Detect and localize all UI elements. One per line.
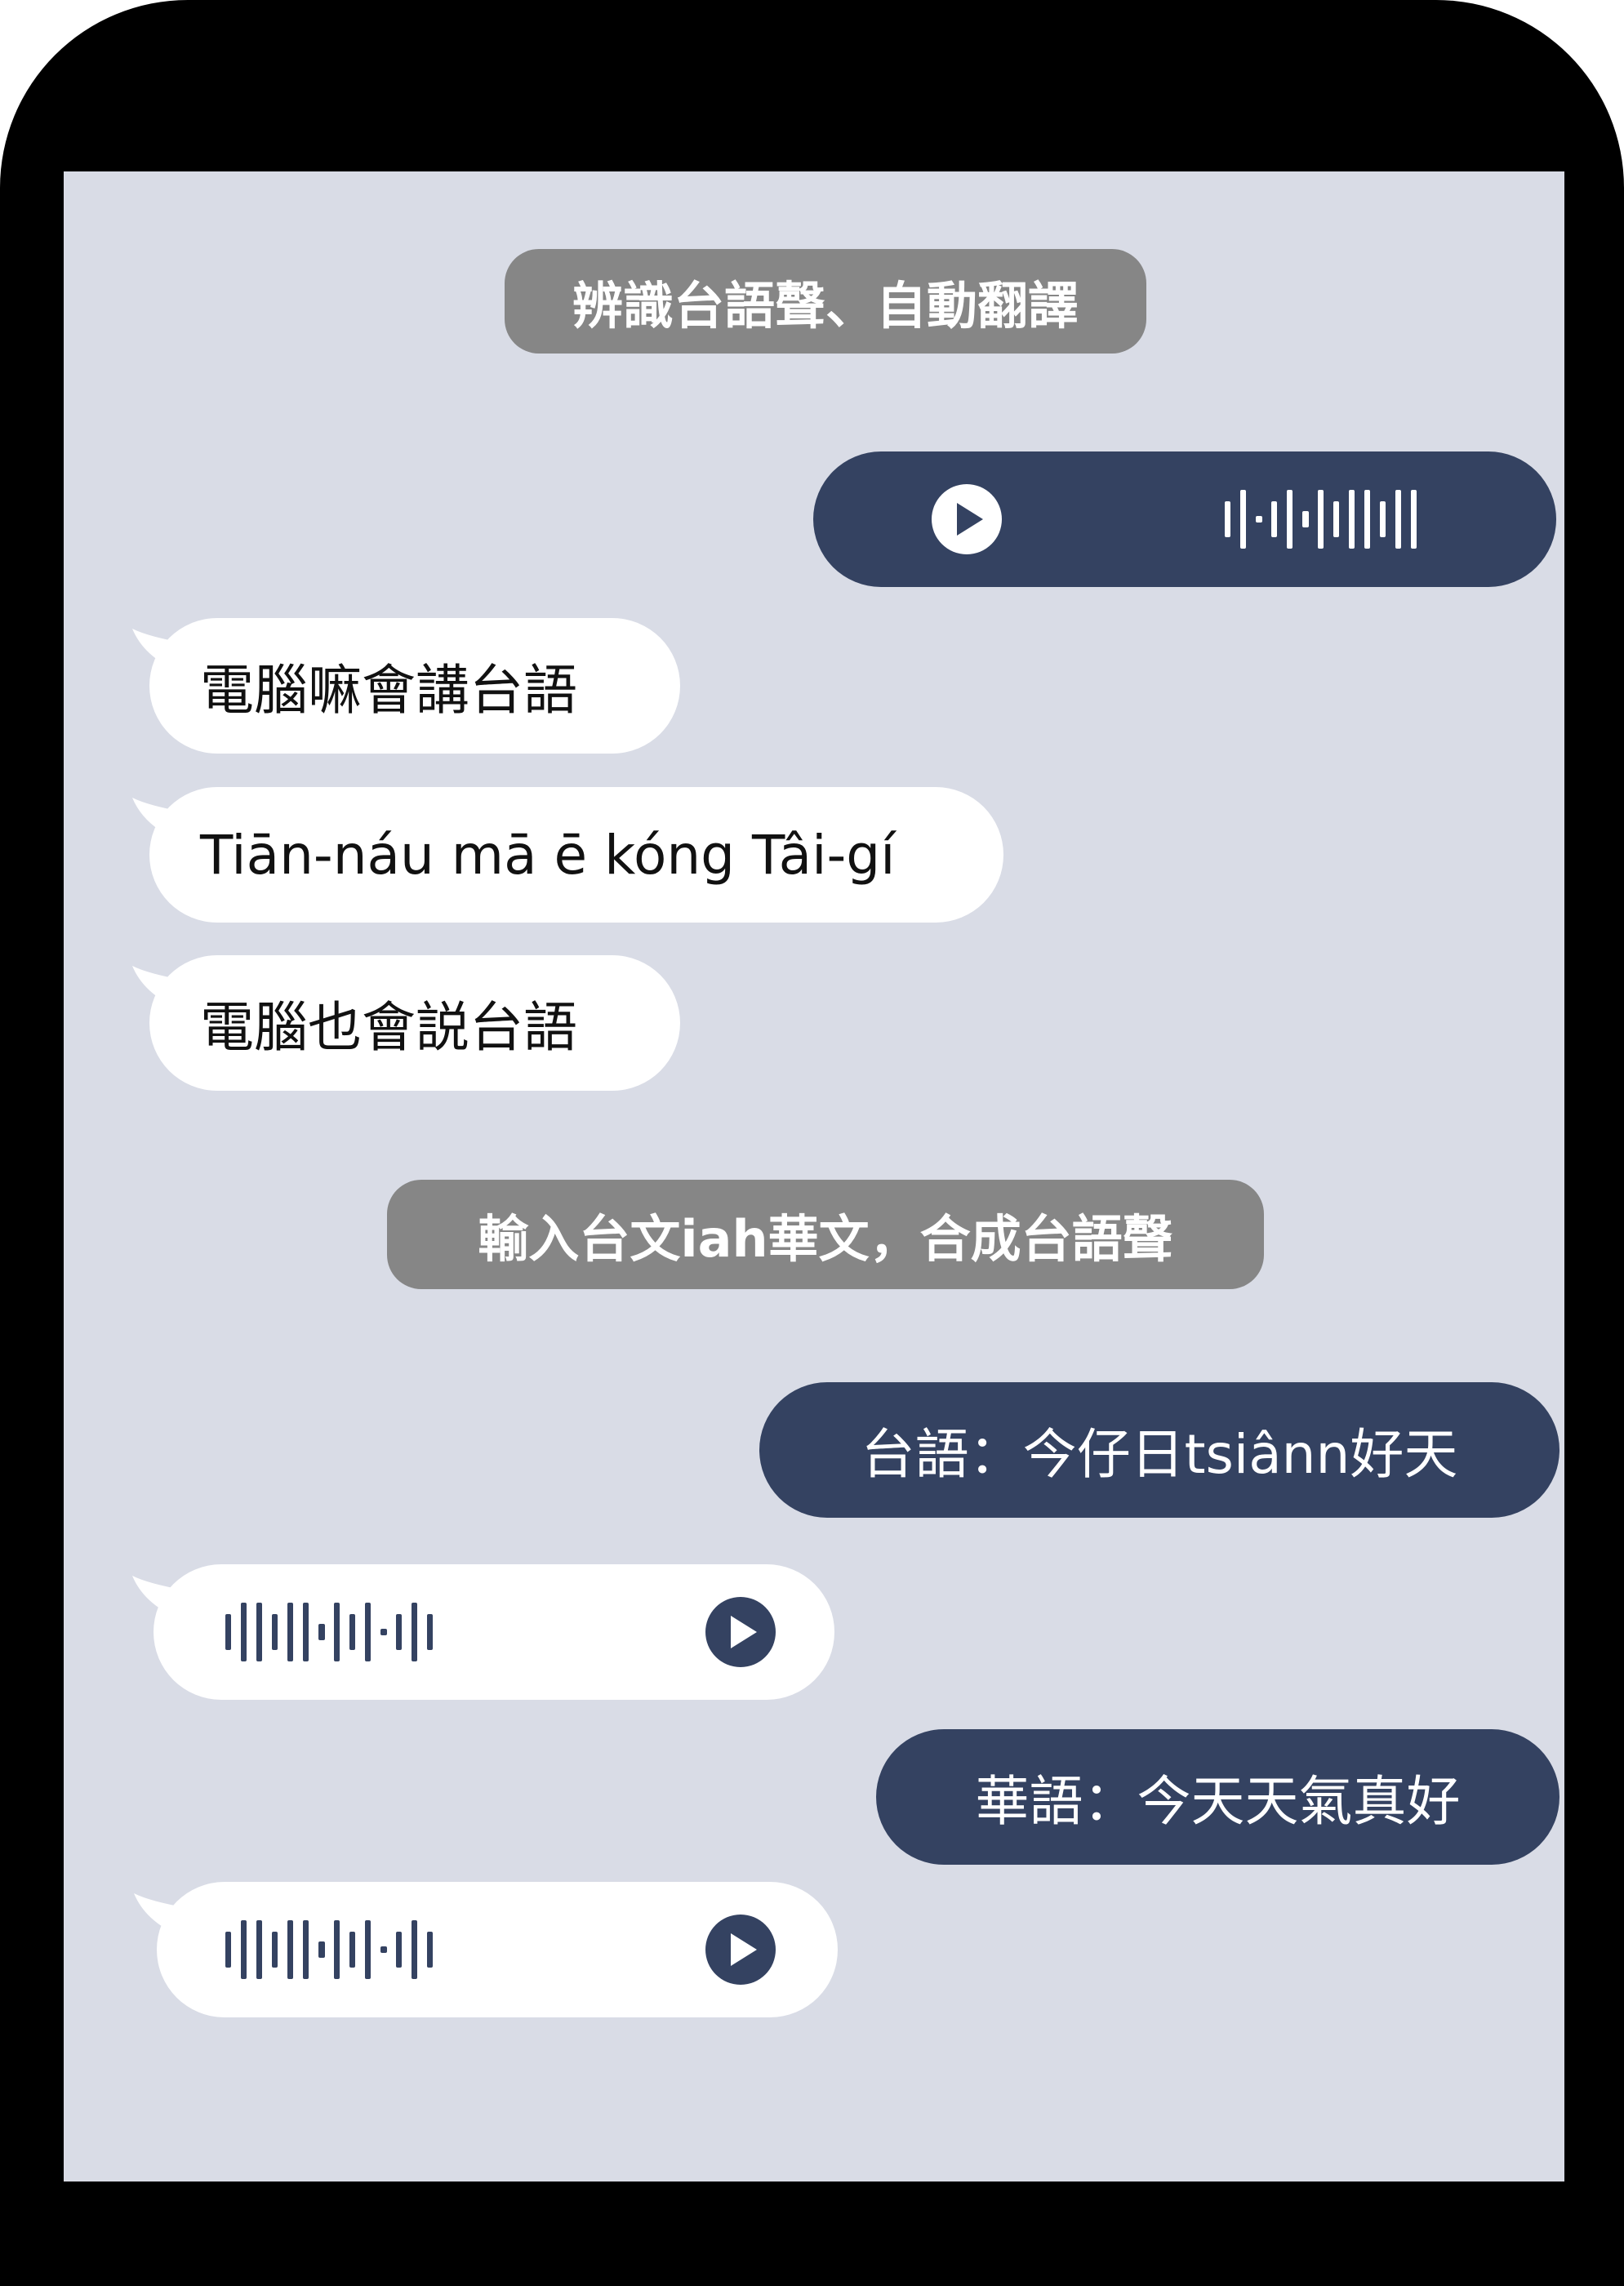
chat-screen: 辨識台語聲、自動翻譯 電腦嘛會講台語 Tiān-náu mā ē kóng Tâ… (64, 171, 1564, 2181)
play-icon[interactable] (705, 1915, 776, 1985)
incoming-message: Tiān-náu mā ē kóng Tâi-gí (149, 787, 1003, 923)
message-text: 電腦也會説台語 (200, 996, 577, 1059)
waveform-icon (225, 1920, 433, 1979)
incoming-voice-message[interactable] (154, 1564, 834, 1700)
message-text: 電腦嘛會講台語 (200, 659, 577, 722)
incoming-message: 電腦也會説台語 (149, 955, 680, 1091)
outgoing-message: 台語：今仔日tsiânn好天 (759, 1382, 1559, 1518)
outgoing-voice-message[interactable] (813, 451, 1556, 587)
play-icon[interactable] (932, 484, 1002, 554)
waveform-icon (1225, 490, 1417, 549)
play-icon[interactable] (705, 1597, 776, 1667)
message-text: 台語：今仔日tsiânn好天 (861, 1423, 1458, 1486)
incoming-message: 電腦嘛會講台語 (149, 618, 680, 754)
incoming-voice-message[interactable] (157, 1882, 838, 2017)
message-text: Tiān-náu mā ē kóng Tâi-gí (200, 823, 896, 887)
waveform-icon (225, 1603, 433, 1661)
outgoing-message: 華語：今天天氣真好 (876, 1729, 1559, 1865)
message-text: 華語：今天天氣真好 (975, 1770, 1461, 1833)
section-label-recognition: 辨識台語聲、自動翻譯 (505, 249, 1146, 354)
section-label-synthesis: 輸入台文iah華文，合成台語聲 (387, 1180, 1264, 1289)
